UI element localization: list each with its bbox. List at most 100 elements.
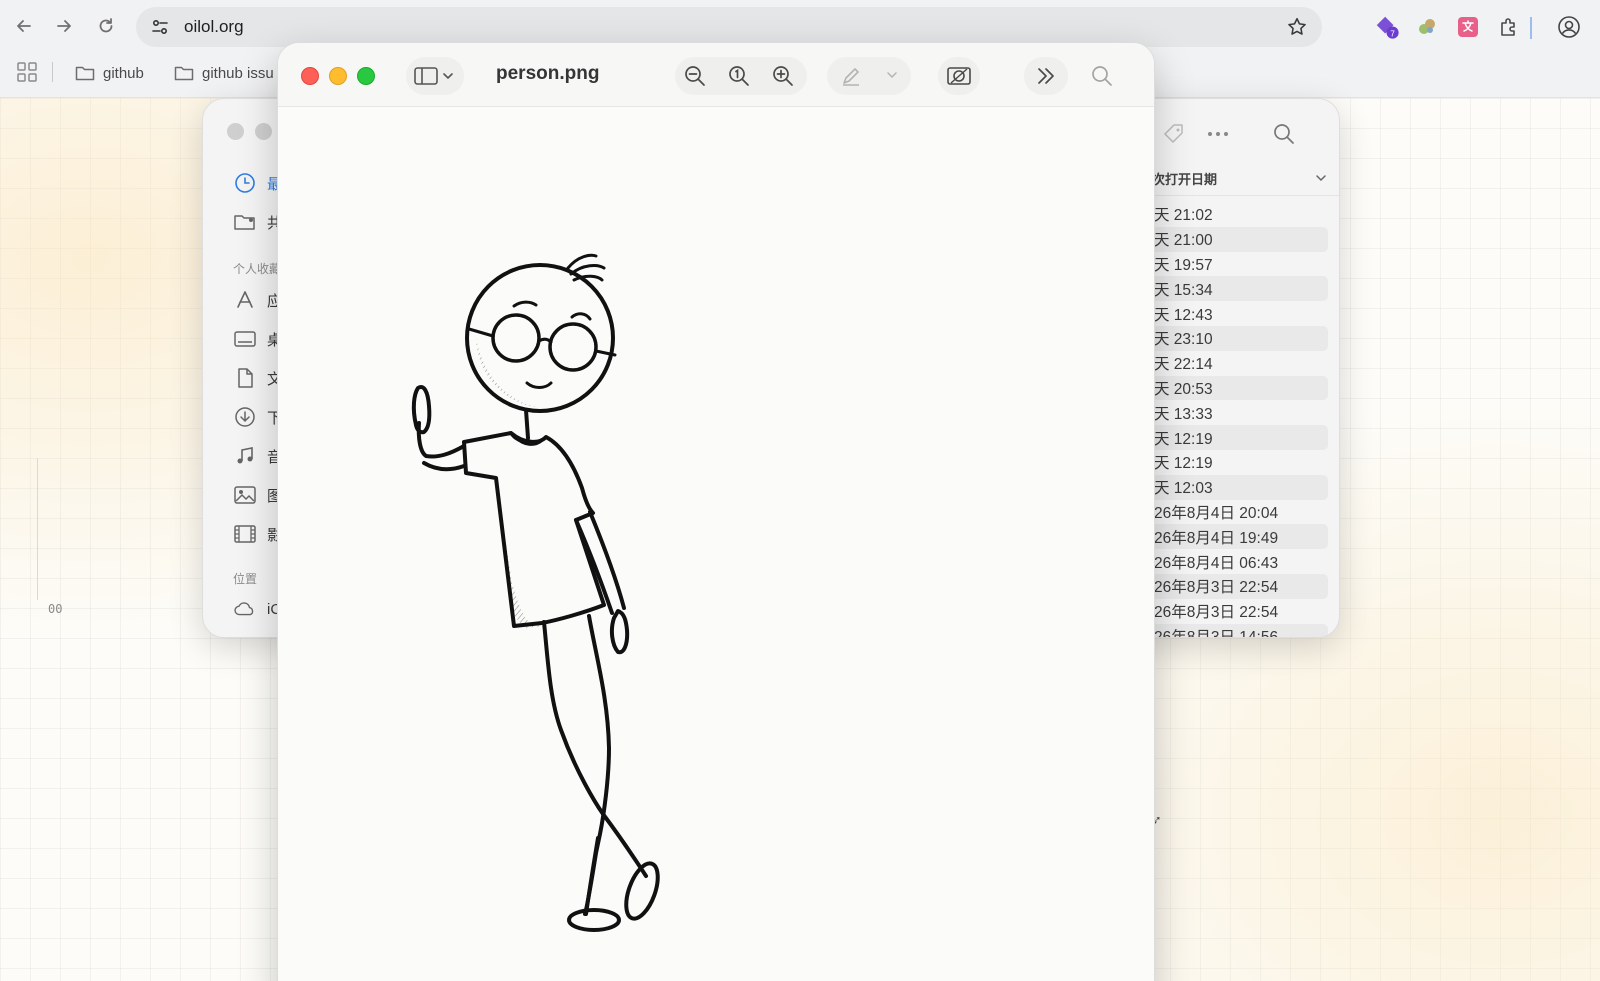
markup-controls xyxy=(827,57,911,95)
sidebar-item-recents[interactable]: 最 xyxy=(233,171,282,195)
tag-button[interactable] xyxy=(1159,119,1189,149)
sidebar-item-photos[interactable]: 图 xyxy=(233,483,282,507)
column-header-divider xyxy=(1152,195,1339,196)
list-item[interactable]: 天 15:34 xyxy=(1152,276,1328,302)
adjust-image-button[interactable] xyxy=(938,57,980,95)
zoom-in-icon xyxy=(773,66,793,86)
markup-button[interactable] xyxy=(839,64,863,93)
applications-icon xyxy=(233,288,257,312)
list-item[interactable]: 天 23:10 xyxy=(1152,325,1328,351)
extension-button-2[interactable] xyxy=(1414,14,1440,40)
bookmark-label: github xyxy=(103,64,144,82)
more-actions-button[interactable] xyxy=(1203,119,1233,149)
image-viewport[interactable] xyxy=(278,108,1154,981)
forward-icon xyxy=(57,20,71,32)
actual-size-button[interactable] xyxy=(727,64,751,93)
finder-search-button[interactable] xyxy=(1269,119,1299,149)
puzzle-color-icon xyxy=(1419,19,1435,34)
list-item[interactable]: 天 12:19 xyxy=(1152,425,1328,450)
sidebar-item-shared[interactable]: 共 xyxy=(233,210,282,234)
extensions-menu-button[interactable] xyxy=(1496,14,1522,40)
more-chevrons-icon xyxy=(1038,68,1054,84)
fullscreen-button[interactable] xyxy=(357,67,375,85)
list-item[interactable]: 26年8月3日 14:56 xyxy=(1152,623,1328,637)
sidebar-toggle-button[interactable] xyxy=(406,57,464,95)
address-bar[interactable]: oilol.org xyxy=(136,7,1322,47)
document-icon xyxy=(233,366,257,390)
sidebar-item-applications[interactable]: 应 xyxy=(233,288,282,312)
folder-icon xyxy=(174,66,194,81)
ellipsis-icon xyxy=(1208,132,1228,136)
puzzle-icon xyxy=(1501,18,1515,36)
apps-grid-icon[interactable] xyxy=(16,61,38,83)
download-icon xyxy=(233,405,257,429)
list-item[interactable]: 天 12:43 xyxy=(1152,301,1328,326)
list-item[interactable]: 天 12:19 xyxy=(1152,450,1328,475)
translate-icon xyxy=(1458,17,1478,37)
sidebar-item-music[interactable]: 音 xyxy=(233,444,282,468)
markup-pen-icon xyxy=(843,68,859,86)
column-header-last-opened[interactable]: 次打开日期 xyxy=(1152,169,1339,193)
sidebar-item-downloads[interactable]: 下 xyxy=(233,405,282,429)
profile-avatar-icon xyxy=(1558,16,1580,38)
list-item[interactable]: 天 22:14 xyxy=(1152,351,1328,376)
list-item[interactable]: 天 21:00 xyxy=(1152,226,1328,252)
list-item[interactable]: 天 21:02 xyxy=(1152,202,1328,227)
bookmark-folder-github-issu[interactable]: github issu xyxy=(174,60,274,86)
back-icon xyxy=(17,20,31,32)
extension-button[interactable]: 7 xyxy=(1374,14,1400,40)
list-item[interactable]: 26年8月3日 22:54 xyxy=(1152,573,1328,599)
zoom-in-button[interactable] xyxy=(771,64,795,93)
sidebar-item-icloud[interactable]: iC xyxy=(233,597,281,621)
url-text[interactable]: oilol.org xyxy=(184,17,244,37)
sidebar-icon xyxy=(414,67,453,85)
profile-button[interactable] xyxy=(1556,14,1582,40)
canvas-stroke xyxy=(37,458,38,600)
shared-folder-icon xyxy=(233,210,257,234)
extension-button-3[interactable] xyxy=(1455,14,1481,40)
canvas-label: 00 xyxy=(48,602,63,616)
site-settings-icon[interactable] xyxy=(150,17,170,37)
close-button[interactable] xyxy=(301,67,319,85)
list-item[interactable]: 天 19:57 xyxy=(1152,252,1328,277)
zoom-controls xyxy=(675,57,807,95)
actual-size-icon xyxy=(729,66,749,86)
icloud-icon xyxy=(233,597,257,621)
reload-button[interactable] xyxy=(92,12,120,40)
sidebar-item-documents[interactable]: 文 xyxy=(233,366,282,390)
reload-icon xyxy=(99,18,113,33)
search-button[interactable] xyxy=(1084,57,1120,95)
bookmark-folder-github[interactable]: github xyxy=(75,60,144,86)
minimize-button[interactable] xyxy=(329,67,347,85)
tag-icon xyxy=(1164,124,1183,143)
bookmark-star-icon[interactable] xyxy=(1286,16,1308,38)
sidebar-item-movies[interactable]: 影 xyxy=(233,522,282,546)
svg-text:7: 7 xyxy=(1390,28,1395,38)
list-item[interactable]: 26年8月3日 22:54 xyxy=(1152,599,1328,624)
search-icon xyxy=(1274,124,1294,144)
bookmarks-separator xyxy=(52,62,53,82)
zoom-out-icon xyxy=(685,66,705,86)
zoom-out-button[interactable] xyxy=(683,64,707,93)
list-item[interactable]: 26年8月4日 06:43 xyxy=(1152,549,1328,574)
stick-figure-image xyxy=(411,253,660,932)
document-title: person.png xyxy=(496,63,600,84)
forward-button[interactable] xyxy=(50,12,78,40)
list-item[interactable]: 天 13:33 xyxy=(1152,400,1328,425)
list-item[interactable]: 26年8月4日 19:49 xyxy=(1152,524,1328,550)
clock-icon xyxy=(233,171,257,195)
more-tools-button[interactable] xyxy=(1024,57,1068,95)
search-icon xyxy=(1092,66,1112,86)
movies-icon xyxy=(233,522,257,546)
list-item[interactable]: 26年8月4日 20:04 xyxy=(1152,500,1328,525)
toolbar-divider xyxy=(1530,17,1532,39)
back-button[interactable] xyxy=(10,12,38,40)
file-date-list: 天 21:02 天 21:00 天 19:57 天 15:34 天 12:43 … xyxy=(1152,202,1339,637)
adjust-image-icon xyxy=(947,67,971,85)
sidebar-item-desktop[interactable]: 桌 xyxy=(233,327,282,351)
finder-sidebar: 最 共 个人收藏 应 桌 文 下 音 图 影 位置 iC xyxy=(203,99,283,637)
preview-toolbar: person.png xyxy=(278,43,1154,107)
list-item[interactable]: 天 12:03 xyxy=(1152,474,1328,500)
markup-menu-button[interactable] xyxy=(885,68,899,87)
list-item[interactable]: 天 20:53 xyxy=(1152,375,1328,401)
